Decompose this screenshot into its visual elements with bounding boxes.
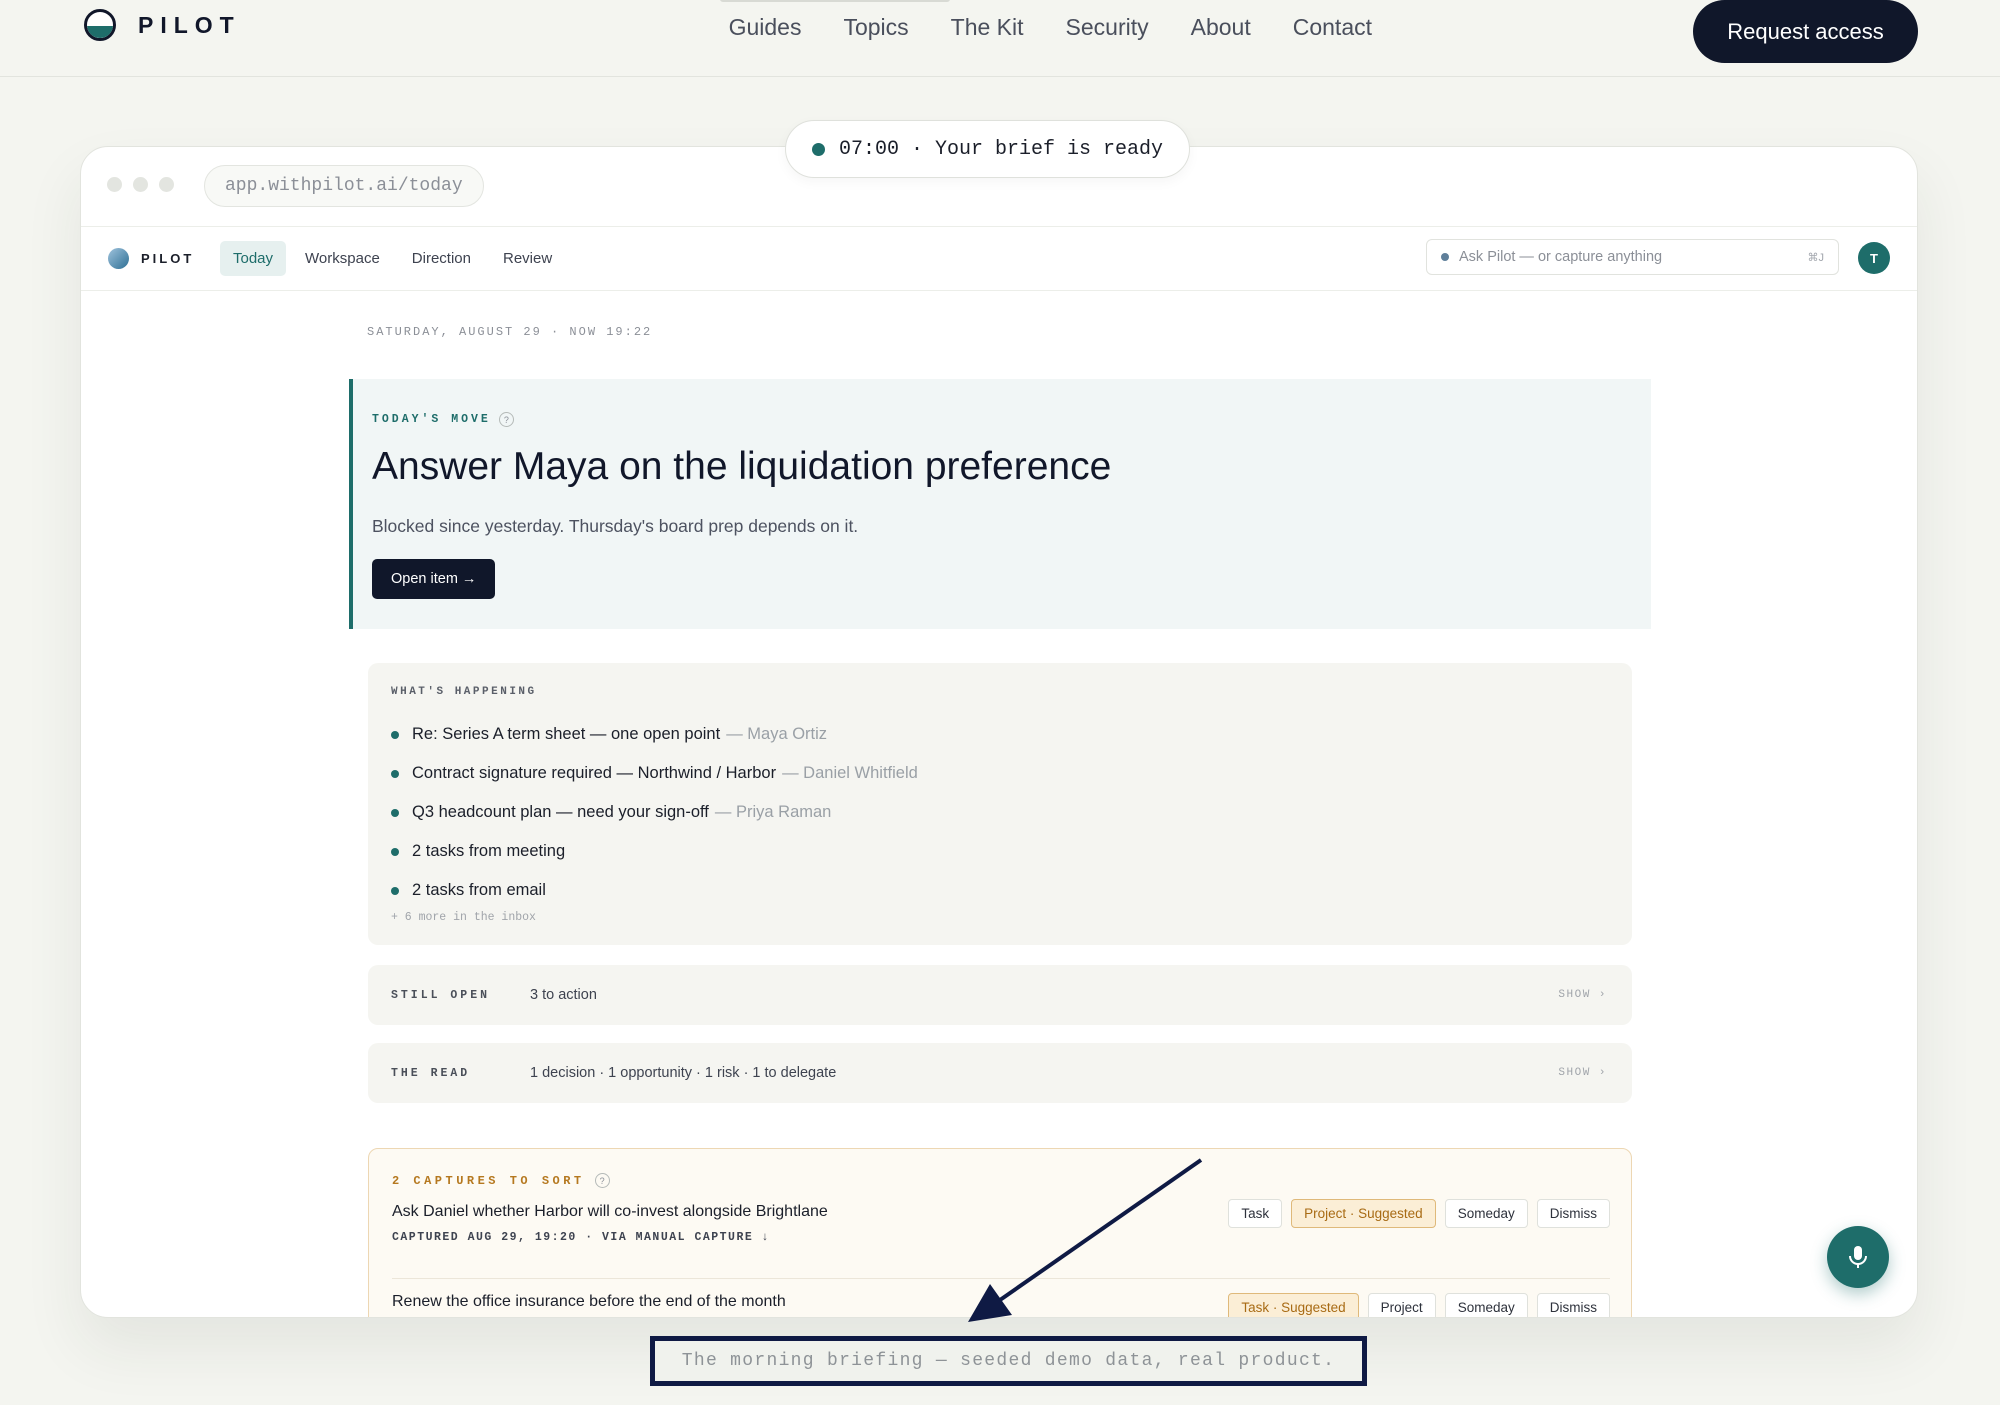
date-line: SATURDAY, AUGUST 29 · NOW 19:22 — [367, 325, 653, 339]
caption-box: The morning briefing — seeded demo data,… — [650, 1336, 1367, 1386]
capture-meta: CAPTURED AUG 29, 19:20 · VIA MANUAL CAPT… — [392, 1231, 771, 1244]
app-tabs: Today Workspace Direction Review — [220, 241, 565, 276]
site-logo[interactable]: PILOT — [84, 9, 241, 41]
tab-review[interactable]: Review — [490, 241, 565, 276]
nav-link-about[interactable]: About — [1191, 14, 1251, 41]
request-access-button[interactable]: Request access — [1693, 0, 1918, 63]
site-nav-links: Guides Topics The Kit Security About Con… — [729, 14, 1372, 41]
the-read-kicker: THE READ — [391, 1066, 471, 1080]
whats-happening-card: WHAT'S HAPPENING Re: Series A term sheet… — [368, 663, 1632, 945]
pilot-logo-icon — [84, 9, 116, 41]
task-chip[interactable]: Task — [1228, 1199, 1283, 1228]
address-bar: app.withpilot.ai/today — [204, 165, 484, 207]
help-icon[interactable]: ? — [594, 1173, 610, 1188]
window-maximize-dot — [159, 177, 174, 192]
someday-chip[interactable]: Someday — [1444, 1199, 1528, 1228]
site-logo-text: PILOT — [138, 11, 241, 38]
happening-text: Q3 headcount plan — need your sign-off — [412, 803, 709, 821]
ask-pilot-shortcut: ⌘J — [1807, 251, 1825, 264]
dismiss-chip[interactable]: Dismiss — [1536, 1199, 1610, 1228]
bullet-dot-icon — [391, 886, 399, 895]
dismiss-chip[interactable]: Dismiss — [1536, 1293, 1610, 1317]
the-read-row[interactable]: THE READ 1 decision · 1 opportunity · 1 … — [368, 1043, 1632, 1103]
list-item[interactable]: Q3 headcount plan — need your sign-off —… — [391, 793, 918, 832]
someday-chip[interactable]: Someday — [1444, 1293, 1528, 1317]
whats-happening-kicker: WHAT'S HAPPENING — [391, 686, 537, 698]
happening-person: — Priya Raman — [714, 803, 832, 821]
tab-today[interactable]: Today — [220, 241, 287, 276]
list-item[interactable]: 2 tasks from meeting — [391, 832, 918, 871]
app-logo-text: PILOT — [141, 251, 195, 266]
captures-label: 2 CAPTURES TO SORT — [392, 1173, 585, 1188]
project-chip[interactable]: Project — [1367, 1293, 1436, 1317]
project-suggested-chip[interactable]: Project · Suggested — [1291, 1199, 1436, 1228]
nav-link-contact[interactable]: Contact — [1293, 14, 1372, 41]
tab-indicator — [720, 0, 950, 2]
tab-direction[interactable]: Direction — [399, 241, 484, 276]
microphone-icon — [1849, 1246, 1867, 1268]
app-header: PILOT Today Workspace Direction Review A… — [81, 227, 1917, 291]
still-open-show-button[interactable]: SHOW › — [1558, 989, 1607, 1001]
bullet-dot-icon — [391, 847, 399, 856]
list-item[interactable]: Re: Series A term sheet — one open point… — [391, 715, 918, 754]
still-open-kicker: STILL OPEN — [391, 988, 491, 1002]
the-read-value: 1 decision · 1 opportunity · 1 risk · 1 … — [530, 1065, 837, 1081]
site-header: PILOT Guides Topics The Kit Security Abo… — [0, 0, 2000, 77]
happening-text: 2 tasks from meeting — [412, 842, 566, 860]
capture-actions: Task Project · Suggested Someday Dismiss — [1228, 1199, 1610, 1228]
status-dot-icon — [812, 142, 825, 156]
todays-move-label: TODAY'S MOVE — [372, 413, 491, 426]
todays-move-title: Answer Maya on the liquidation preferenc… — [372, 445, 1112, 488]
nav-link-guides[interactable]: Guides — [729, 14, 802, 41]
window-controls — [107, 177, 174, 192]
bullet-dot-icon — [391, 769, 399, 778]
voice-capture-button[interactable] — [1827, 1226, 1889, 1288]
app-logo[interactable]: PILOT — [108, 248, 194, 269]
todays-move-card: TODAY'S MOVE ? Answer Maya on the liquid… — [349, 379, 1651, 629]
todays-move-subtitle: Blocked since yesterday. Thursday's boar… — [372, 516, 859, 536]
capture-item: Renew the office insurance before the en… — [392, 1278, 1610, 1317]
captures-kicker: 2 CAPTURES TO SORT ? — [392, 1173, 610, 1188]
happening-person: — Maya Ortiz — [726, 725, 828, 743]
whats-happening-list: Re: Series A term sheet — one open point… — [391, 715, 918, 910]
still-open-value: 3 to action — [530, 987, 597, 1003]
browser-window: app.withpilot.ai/today PILOT Today Works… — [80, 146, 1918, 1318]
happening-person: — Daniel Whitfield — [782, 764, 918, 782]
help-icon[interactable]: ? — [498, 412, 514, 427]
captures-card: 2 CAPTURES TO SORT ? Ask Daniel whether … — [368, 1148, 1632, 1317]
capture-item: Ask Daniel whether Harbor will co-invest… — [392, 1199, 1610, 1244]
inbox-more-link[interactable]: + 6 more in the inbox — [391, 911, 536, 924]
avatar[interactable]: T — [1858, 242, 1890, 274]
happening-text: 2 tasks from email — [412, 881, 546, 899]
window-minimize-dot — [133, 177, 148, 192]
happening-text: Contract signature required — Northwind … — [412, 764, 777, 782]
brief-pill-text: 07:00 · Your brief is ready — [839, 137, 1164, 161]
open-item-button[interactable]: Open item → — [372, 559, 496, 599]
list-item[interactable]: Contract signature required — Northwind … — [391, 754, 918, 793]
bullet-dot-icon — [391, 730, 399, 739]
nav-link-topics[interactable]: Topics — [843, 14, 908, 41]
task-suggested-chip[interactable]: Task · Suggested — [1228, 1293, 1359, 1317]
still-open-row[interactable]: STILL OPEN 3 to action SHOW › — [368, 965, 1632, 1025]
capture-actions: Task · Suggested Project Someday Dismiss — [1228, 1293, 1610, 1317]
window-close-dot — [107, 177, 122, 192]
tab-workspace[interactable]: Workspace — [292, 241, 393, 276]
list-item[interactable]: 2 tasks from email — [391, 871, 918, 910]
ask-pilot-input[interactable]: Ask Pilot — or capture anything ⌘J — [1426, 239, 1839, 275]
happening-text: Re: Series A term sheet — one open point — [412, 725, 721, 743]
app-logo-icon — [108, 248, 129, 269]
bullet-dot-icon — [391, 808, 399, 817]
brief-ready-pill: 07:00 · Your brief is ready — [785, 120, 1191, 178]
the-read-show-button[interactable]: SHOW › — [1558, 1067, 1607, 1079]
todays-move-kicker: TODAY'S MOVE ? — [372, 412, 514, 427]
nav-link-security[interactable]: Security — [1066, 14, 1149, 41]
nav-link-the-kit[interactable]: The Kit — [951, 14, 1024, 41]
ask-pilot-icon — [1441, 253, 1449, 261]
ask-pilot-placeholder: Ask Pilot — or capture anything — [1459, 249, 1663, 265]
